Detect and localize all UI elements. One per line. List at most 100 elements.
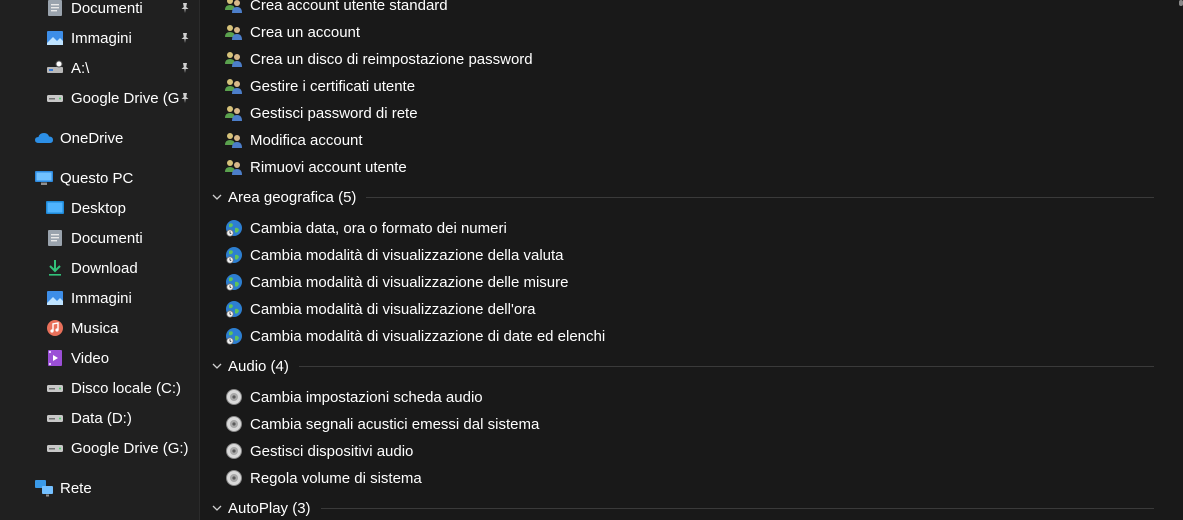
users-icon [224,49,244,69]
drive-icon [45,408,65,428]
users-icon [224,76,244,96]
nav-item[interactable]: Documenti [45,226,143,250]
globe-icon [224,299,244,319]
globe-icon [224,272,244,292]
nav-item[interactable]: Disco locale (C:) [45,376,181,400]
globe-icon [224,218,244,238]
list-item[interactable]: Cambia segnali acustici emessi dal siste… [224,412,539,436]
group-divider [320,507,1154,509]
speaker-icon [224,414,244,434]
onedrive-icon [34,128,54,148]
nav-item[interactable]: Immagini [45,286,132,310]
list-item[interactable]: Modifica account [224,128,363,152]
nav-item-label: Immagini [71,289,132,307]
nav-item[interactable]: Documenti [45,0,143,20]
nav-item[interactable]: Video [45,346,109,370]
pin-icon[interactable] [178,1,192,15]
nav-item[interactable]: Rete [34,476,92,500]
nav-item[interactable]: Desktop [45,196,126,220]
nav-item[interactable]: Google Drive (G [45,86,179,110]
list-item[interactable]: Regola volume di sistema [224,466,422,490]
documents-icon [45,228,65,248]
list-item[interactable]: Cambia modalità di visualizzazione di da… [224,324,605,348]
scrollbar-thumb[interactable] [1179,0,1183,6]
users-icon [224,130,244,150]
list-item-label: Cambia segnali acustici emessi dal siste… [250,415,540,433]
list-item[interactable]: Crea un disco di reimpostazione password [224,47,533,71]
nav-item[interactable]: Musica [45,316,119,340]
list-item-label: Crea un disco di reimpostazione password [250,50,533,68]
list-item[interactable]: Cambia data, ora o formato dei numeri [224,216,507,240]
list-item[interactable]: Cambia impostazioni scheda audio [224,385,483,409]
download-icon [45,258,65,278]
drive-icon [45,88,65,108]
list-item-label: Rimuovi account utente [250,158,407,176]
users-icon [224,22,244,42]
list-item[interactable]: Cambia modalità di visualizzazione delle… [224,270,568,294]
video-icon [45,348,65,368]
nav-item[interactable]: Download [45,256,138,280]
list-item[interactable]: Gestisci password di rete [224,101,418,125]
nav-item-label: Data (D:) [71,409,132,427]
nav-item-label: Questo PC [60,169,134,187]
pictures-icon [45,28,65,48]
pictures-icon [45,288,65,308]
chevron-down-icon[interactable] [210,190,224,204]
globe-icon [224,326,244,346]
documents-icon [45,0,65,18]
list-item[interactable]: Cambia modalità di visualizzazione della… [224,243,564,267]
nav-item-label: Immagini [71,29,132,47]
list-item-label: Cambia modalità di visualizzazione delle… [250,273,569,291]
list-item-label: Gestisci password di rete [250,104,418,122]
nav-item-label: Desktop [71,199,127,217]
list-item[interactable]: Crea account utente standard [224,0,448,17]
nav-item-label: Google Drive (G:) [71,439,189,457]
speaker-icon [224,387,244,407]
chevron-down-icon[interactable] [210,359,224,373]
nav-item-label: Documenti [71,229,143,247]
group-header[interactable]: Audio (4) [210,354,1154,378]
speaker-icon [224,441,244,461]
nav-item[interactable]: Immagini [45,26,132,50]
pin-icon[interactable] [178,91,192,105]
list-item[interactable]: Rimuovi account utente [224,155,407,179]
list-item[interactable]: Gestire i certificati utente [224,74,415,98]
list-item-label: Crea account utente standard [250,0,448,14]
list-item[interactable]: Cambia modalità di visualizzazione dell'… [224,297,536,321]
network-icon [34,478,54,498]
nav-item[interactable]: Questo PC [34,166,133,190]
control-panel-results: Crea account utente standard Crea un acco… [200,0,1183,520]
nav-item-label: Disco locale (C:) [71,379,182,397]
nav-item[interactable]: A:\ [45,56,89,80]
group-header[interactable]: Area geografica (5) [210,185,1154,209]
nav-item-label: Video [71,349,110,367]
pin-icon[interactable] [178,61,192,75]
list-item[interactable]: Crea un account [224,20,360,44]
group-divider [366,196,1154,198]
list-item-label: Cambia modalità di visualizzazione della… [250,246,564,264]
speaker-icon [224,468,244,488]
nav-item-label: OneDrive [60,129,124,147]
list-item-label: Crea un account [250,23,361,41]
navigation-pane: Documenti Immagini A:\ Google Drive (G OneDr… [0,0,200,520]
pin-icon[interactable] [178,31,192,45]
nav-item-label: Musica [71,319,119,337]
list-item-label: Cambia data, ora o formato dei numeri [250,219,507,237]
group-title: Audio (4) [228,357,289,375]
list-item-label: Regola volume di sistema [250,469,422,487]
group-header[interactable]: AutoPlay (3) [210,496,1154,520]
chevron-down-icon[interactable] [210,501,224,515]
list-item-label: Gestire i certificati utente [250,77,416,95]
nav-item-label: Documenti [71,0,143,17]
nav-item[interactable]: Google Drive (G:) [45,436,189,460]
nav-item[interactable]: Data (D:) [45,406,132,430]
drive-icon [45,438,65,458]
list-item[interactable]: Gestisci dispositivi audio [224,439,413,463]
nav-item[interactable]: OneDrive [34,126,123,150]
list-item-label: Gestisci dispositivi audio [250,442,414,460]
group-title: AutoPlay (3) [228,499,311,517]
drive-icon [45,378,65,398]
nav-item-label: Download [71,259,138,277]
list-item-label: Cambia modalità di visualizzazione dell'… [250,300,536,318]
list-item-label: Cambia modalità di visualizzazione di da… [250,327,606,345]
